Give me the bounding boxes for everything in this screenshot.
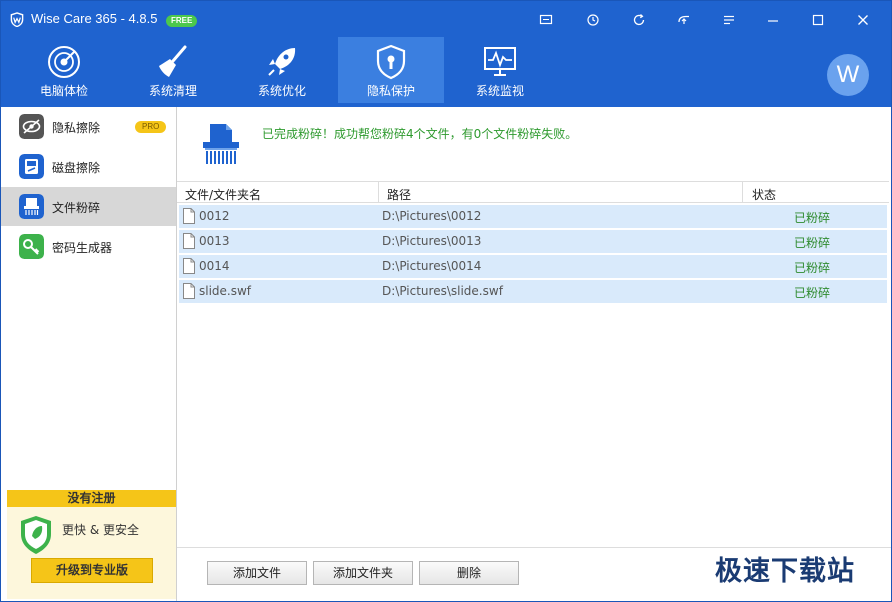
monitor-icon [484,47,516,76]
disk-icon [19,154,44,179]
file-icon [183,258,195,274]
table-row[interactable]: slide.swf D:\Pictures\slide.swf 已粉碎 [179,280,887,303]
add-file-button[interactable]: 添加文件 [207,561,307,585]
table-row[interactable]: 0013 D:\Pictures\0013 已粉碎 [179,230,887,253]
delete-button[interactable]: 删除 [419,561,519,585]
radar-icon [48,46,80,78]
close-icon[interactable] [852,9,874,31]
add-folder-button[interactable]: 添加文件夹 [313,561,413,585]
column-header-status[interactable]: 状态 [752,186,776,203]
file-status: 已粉碎 [794,261,831,275]
file-status: 已粉碎 [794,211,831,225]
shield-lock-icon [376,44,406,80]
nav-item-privacy[interactable]: 隐私保护 [338,37,444,103]
nav-item-optimizer[interactable]: 系统优化 [229,37,335,103]
app-logo-icon [10,12,24,27]
title-bar: Wise Care 365 - 4.8.5 FREE [1,1,891,37]
file-status: 已粉碎 [794,236,831,250]
sidebar-item-password-generator[interactable]: 密码生成器 [1,227,176,266]
nav-label: 电脑体检 [39,84,88,98]
column-divider[interactable] [742,182,743,203]
broom-icon [159,45,187,77]
file-name: 0013 [199,234,230,248]
promo-text: 更快 & 更安全 [62,523,139,537]
file-name: slide.swf [199,284,252,298]
eye-slash-icon [19,114,44,139]
nav-item-checkup[interactable]: 电脑体检 [11,37,117,103]
column-header-name[interactable]: 文件/文件夹名 [185,186,261,203]
file-status: 已粉碎 [794,286,831,300]
file-icon [183,283,195,299]
sidebar-item-label: 磁盘擦除 [52,161,101,175]
nav-label: 隐私保护 [366,84,415,98]
pro-badge: PRO [135,121,167,133]
share-icon[interactable] [673,9,695,31]
free-badge: FREE [166,15,198,27]
shield-icon [21,516,51,554]
app-window: Wise Care 365 - 4.8.5 FREE 电脑体检 系统清理 系统优… [0,0,892,602]
table-header: 文件/文件夹名 路径 状态 [177,181,889,203]
table-row[interactable]: 0014 D:\Pictures\0014 已粉碎 [179,255,887,278]
file-icon [183,233,195,249]
main-panel: 已完成粉碎！成功帮您粉碎4个文件，有0个文件粉碎失败。 文件/文件夹名 路径 状… [177,107,891,601]
sidebar: 隐私擦除 PRO 磁盘擦除 文件粉碎 密码生成器 没有注册 更快 & 更安全 升… [1,107,177,601]
sidebar-item-label: 密码生成器 [52,241,113,255]
file-path: D:\Pictures\0014 [382,259,482,273]
nav-item-cleaner[interactable]: 系统清理 [120,37,226,103]
main-nav: 电脑体检 系统清理 系统优化 隐私保护 系统监视 W [1,37,891,107]
file-path: D:\Pictures\0013 [382,234,482,248]
promo-header: 没有注册 [7,490,176,507]
shredder-icon [19,194,44,219]
watermark: 极速下载站 [715,556,855,587]
shredder-icon [203,124,239,164]
key-icon [19,234,44,259]
upgrade-button[interactable]: 升级到专业版 [31,558,153,583]
sidebar-item-label: 文件粉碎 [52,201,101,215]
column-divider[interactable] [378,182,379,203]
column-header-path[interactable]: 路径 [387,186,411,203]
shred-result-message: 已完成粉碎！成功帮您粉碎4个文件，有0个文件粉碎失败。 [262,127,578,141]
maximize-icon[interactable] [807,9,829,31]
file-icon [183,208,195,224]
app-title: Wise Care 365 - 4.8.5 [31,11,158,26]
nav-label: 系统优化 [257,84,306,98]
user-avatar[interactable]: W [827,54,869,96]
sidebar-item-file-shredder[interactable]: 文件粉碎 [1,187,176,226]
history-icon[interactable] [582,9,604,31]
sidebar-item-privacy-erase[interactable]: 隐私擦除 PRO [1,107,176,146]
file-name: 0014 [199,259,230,273]
upgrade-promo: 没有注册 更快 & 更安全 升级到专业版 [7,490,176,599]
refresh-icon[interactable] [628,9,650,31]
sidebar-item-label: 隐私擦除 [52,121,101,135]
nav-item-monitor[interactable]: 系统监视 [447,37,553,103]
chat-icon[interactable] [535,9,557,31]
sidebar-item-disk-erase[interactable]: 磁盘擦除 [1,147,176,186]
nav-label: 系统清理 [148,84,197,98]
file-path: D:\Pictures\0012 [382,209,482,223]
menu-icon[interactable] [718,9,740,31]
file-path: D:\Pictures\slide.swf [382,284,503,298]
file-name: 0012 [199,209,230,223]
minimize-icon[interactable] [762,9,784,31]
file-table: 文件/文件夹名 路径 状态 0012 D:\Pictures\0012 已粉碎 … [177,181,889,305]
rocket-icon [268,48,296,76]
nav-label: 系统监视 [475,84,524,98]
table-row[interactable]: 0012 D:\Pictures\0012 已粉碎 [179,205,887,228]
